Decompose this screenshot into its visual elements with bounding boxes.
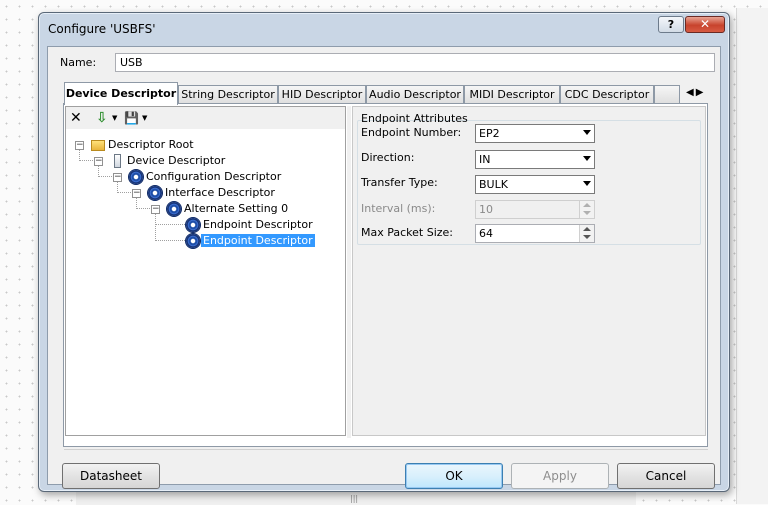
name-input[interactable]: USB xyxy=(115,53,715,72)
gear-icon xyxy=(185,217,201,233)
background-panel xyxy=(736,8,768,504)
tree-expander[interactable]: − xyxy=(75,141,84,150)
configure-dialog: Configure 'USBFS' ? ✕ Name: USB Device D… xyxy=(38,12,730,492)
tab-strip: Device Descriptor String Descriptor HID … xyxy=(64,82,706,105)
tab-cdc-descriptor[interactable]: CDC Descriptor xyxy=(560,85,654,104)
max-packet-size-value: 64 xyxy=(479,227,493,240)
tree-node-endpoint-descriptor-selected[interactable]: Endpoint Descriptor xyxy=(185,233,315,249)
transfer-type-value: BULK xyxy=(479,178,508,191)
tree-node-alternate-setting[interactable]: Alternate Setting 0 xyxy=(166,201,290,217)
tab-audio-descriptor[interactable]: Audio Descriptor xyxy=(366,85,464,104)
tab-string-descriptor[interactable]: String Descriptor xyxy=(178,85,278,104)
name-label: Name: xyxy=(60,56,97,69)
tab-page: ✕ ⇩ ▼ 💾 ▼ − Descriptor Root − Device Des… xyxy=(63,103,708,447)
tree-node-device-descriptor[interactable]: Device Descriptor xyxy=(109,153,227,169)
endpoint-number-label: Endpoint Number: xyxy=(361,126,462,139)
import-icon[interactable]: ⇩ xyxy=(96,109,108,127)
tree-expander[interactable]: − xyxy=(94,157,103,166)
descriptor-tree: − Descriptor Root − Device Descriptor − … xyxy=(66,129,345,435)
chevron-down-icon xyxy=(583,181,591,186)
close-button[interactable]: ✕ xyxy=(685,16,725,33)
save-dropdown-icon[interactable]: ▼ xyxy=(142,111,147,125)
save-icon[interactable]: 💾 xyxy=(124,109,139,127)
interval-value: 10 xyxy=(479,203,493,216)
import-dropdown-icon[interactable]: ▼ xyxy=(112,111,117,125)
gear-icon xyxy=(128,169,144,185)
tab-overflow[interactable] xyxy=(654,85,680,104)
datasheet-button[interactable]: Datasheet xyxy=(62,463,160,489)
tree-node-configuration-descriptor[interactable]: Configuration Descriptor xyxy=(128,169,283,185)
interval-spinbox: 10 xyxy=(475,200,595,219)
tree-expander[interactable]: − xyxy=(113,173,122,182)
button-separator xyxy=(64,449,708,450)
descriptor-tree-pane: ✕ ⇩ ▼ 💾 ▼ − Descriptor Root − Device Des… xyxy=(65,106,346,436)
direction-select[interactable]: IN xyxy=(475,150,595,169)
spinner-icon[interactable] xyxy=(579,225,594,242)
max-packet-size-label: Max Packet Size: xyxy=(361,226,454,239)
dialog-client-area: Name: USB Device Descriptor String Descr… xyxy=(47,46,721,489)
endpoint-number-select[interactable]: EP2 xyxy=(475,124,595,143)
tab-scroll-buttons: ◀▶ xyxy=(686,84,706,102)
endpoint-number-value: EP2 xyxy=(479,127,500,140)
gear-icon xyxy=(185,233,201,249)
apply-button: Apply xyxy=(511,463,609,489)
gear-icon xyxy=(147,185,163,201)
transfer-type-label: Transfer Type: xyxy=(361,176,438,189)
splitter-grip: ||| xyxy=(350,494,359,503)
transfer-type-select[interactable]: BULK xyxy=(475,175,595,194)
tree-expander[interactable]: − xyxy=(132,189,141,198)
chevron-down-icon xyxy=(583,156,591,161)
ok-button[interactable]: OK xyxy=(405,463,503,489)
chevron-down-icon xyxy=(583,130,591,135)
scroll-left-icon[interactable]: ◀ xyxy=(686,87,696,98)
tree-toolbar: ✕ ⇩ ▼ 💾 ▼ xyxy=(66,107,345,130)
dialog-title: Configure 'USBFS' xyxy=(48,22,156,36)
tree-node-endpoint-descriptor[interactable]: Endpoint Descriptor xyxy=(185,217,315,233)
delete-icon[interactable]: ✕ xyxy=(70,109,82,127)
tab-midi-descriptor[interactable]: MIDI Descriptor xyxy=(464,85,560,104)
group-title: Endpoint Attributes xyxy=(361,112,468,125)
tab-device-descriptor[interactable]: Device Descriptor xyxy=(64,82,178,105)
tab-hid-descriptor[interactable]: HID Descriptor xyxy=(278,85,366,104)
properties-pane: Endpoint Attributes Endpoint Number: EP2… xyxy=(352,106,706,436)
spinner-icon xyxy=(579,201,594,218)
interval-label: Interval (ms): xyxy=(361,202,436,215)
scroll-right-icon[interactable]: ▶ xyxy=(696,87,706,98)
cancel-button[interactable]: Cancel xyxy=(617,463,715,489)
gear-icon xyxy=(166,201,182,217)
device-icon xyxy=(109,153,125,169)
max-packet-size-spinbox[interactable]: 64 xyxy=(475,224,595,243)
tree-node-descriptor-root[interactable]: Descriptor Root xyxy=(90,137,196,153)
tree-expander[interactable]: − xyxy=(151,205,160,214)
tree-node-interface-descriptor[interactable]: Interface Descriptor xyxy=(147,185,277,201)
direction-label: Direction: xyxy=(361,151,415,164)
help-button[interactable]: ? xyxy=(658,16,684,33)
direction-value: IN xyxy=(479,153,491,166)
folder-icon xyxy=(90,137,106,153)
pane-splitter[interactable] xyxy=(347,106,351,438)
